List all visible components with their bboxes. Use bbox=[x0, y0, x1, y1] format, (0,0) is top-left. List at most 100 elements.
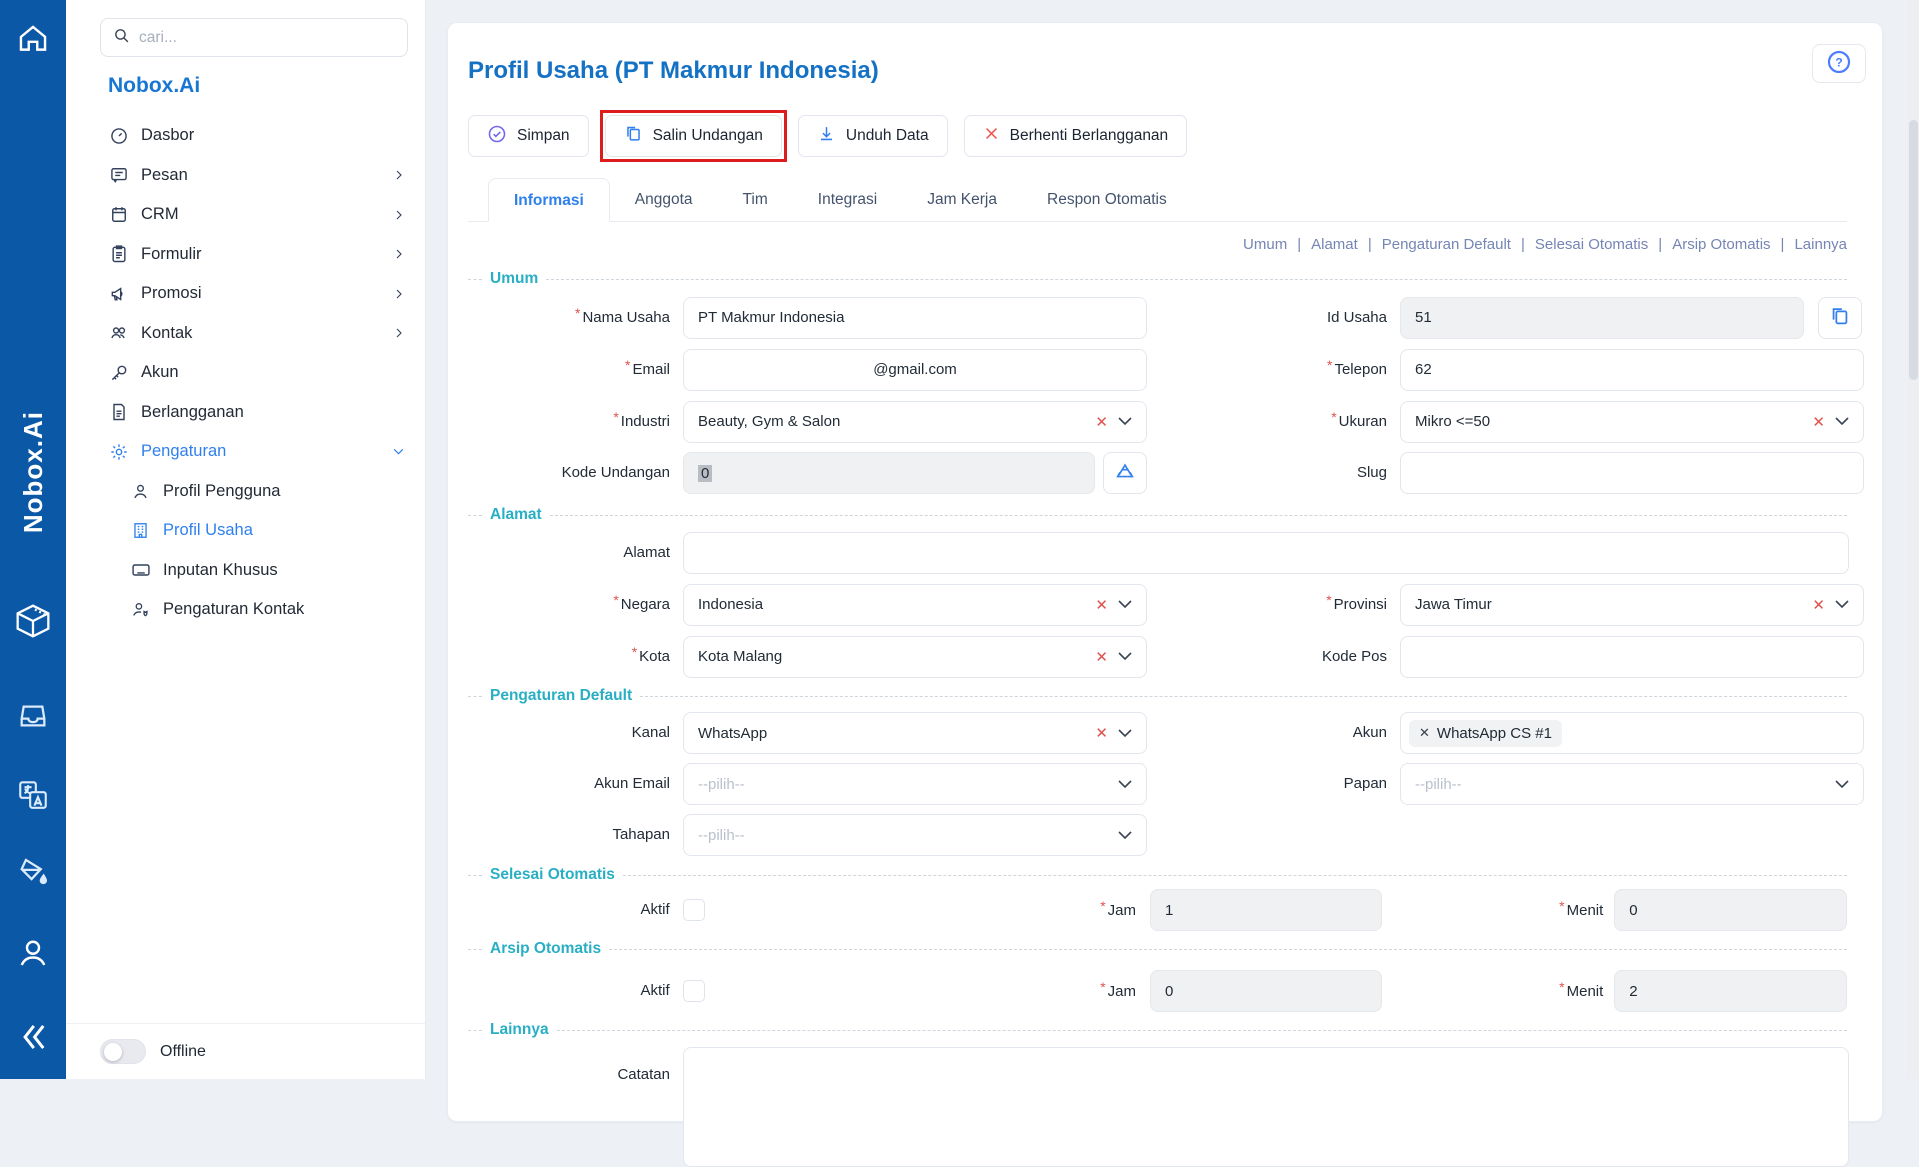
selesai-aktif-checkbox[interactable] bbox=[683, 899, 705, 921]
chevron-right-icon bbox=[393, 209, 405, 221]
negara-select[interactable]: Indonesia ✕ bbox=[683, 584, 1147, 626]
berhenti-berlangganan-button[interactable]: Berhenti Berlangganan bbox=[964, 115, 1188, 157]
simpan-button[interactable]: Simpan bbox=[468, 115, 589, 157]
industri-select[interactable]: Beauty, Gym & Salon ✕ bbox=[683, 401, 1147, 443]
copy-id-button[interactable] bbox=[1818, 297, 1862, 339]
section-header-selesai-otomatis: Selesai Otomatis bbox=[468, 866, 1847, 884]
kanal-select[interactable]: WhatsApp ✕ bbox=[683, 712, 1147, 754]
nama-usaha-input[interactable] bbox=[683, 297, 1147, 339]
clear-icon[interactable]: ✕ bbox=[1095, 413, 1108, 431]
tab-integrasi[interactable]: Integrasi bbox=[793, 178, 902, 221]
ukuran-select[interactable]: Mikro <=50 ✕ bbox=[1400, 401, 1864, 443]
tab-anggota[interactable]: Anggota bbox=[610, 178, 718, 221]
provinsi-select[interactable]: Jawa Timur ✕ bbox=[1400, 584, 1864, 626]
home-icon[interactable] bbox=[0, 22, 66, 56]
sidebar-item-pengaturan[interactable]: Pengaturan bbox=[66, 432, 425, 472]
help-icon: ? bbox=[1826, 49, 1852, 78]
sidebar-item-dasbor[interactable]: Dasbor bbox=[66, 116, 425, 156]
arsip-jam-input bbox=[1150, 970, 1382, 1012]
collapse-sidebar-icon[interactable] bbox=[0, 1018, 66, 1056]
field-label: Alamat bbox=[468, 532, 670, 574]
user-icon[interactable] bbox=[0, 933, 66, 973]
chevron-down-icon bbox=[392, 445, 405, 458]
help-button[interactable]: ? bbox=[1812, 44, 1866, 83]
anchor-pengaturan-default[interactable]: Pengaturan Default bbox=[1382, 236, 1511, 256]
email-input[interactable] bbox=[683, 349, 1147, 391]
anchor-selesai-otomatis[interactable]: Selesai Otomatis bbox=[1535, 236, 1648, 256]
recycle-icon bbox=[1114, 461, 1136, 486]
sidebar-item-crm[interactable]: CRM bbox=[66, 195, 425, 235]
tab-jam-kerja[interactable]: Jam Kerja bbox=[902, 178, 1022, 221]
chevron-right-icon bbox=[393, 288, 405, 300]
section-header-pengaturan-default: Pengaturan Default bbox=[468, 687, 1847, 705]
clear-icon[interactable]: ✕ bbox=[1095, 648, 1108, 666]
clear-icon[interactable]: ✕ bbox=[1812, 596, 1825, 614]
rail-brand-vertical: Nobox.Ai bbox=[0, 350, 66, 595]
sidebar-item-akun[interactable]: Akun bbox=[66, 353, 425, 393]
inbox-tray-icon[interactable] bbox=[0, 700, 66, 732]
sidebar-item-kontak[interactable]: Kontak bbox=[66, 314, 425, 354]
translate-icon[interactable] bbox=[0, 778, 66, 812]
field-label: Aktif bbox=[468, 889, 670, 931]
regenerate-code-button[interactable] bbox=[1103, 452, 1147, 494]
clear-icon[interactable]: ✕ bbox=[1095, 724, 1108, 742]
page-title: Profil Usaha (PT Makmur Indonesia) bbox=[468, 55, 1847, 87]
chip-remove-icon[interactable]: ✕ bbox=[1419, 725, 1430, 741]
anchor-arsip-otomatis[interactable]: Arsip Otomatis bbox=[1672, 236, 1770, 256]
section-header-umum: Umum bbox=[468, 270, 1847, 288]
akun-email-select[interactable]: --pilih-- bbox=[683, 763, 1147, 805]
paint-bucket-icon[interactable] bbox=[0, 855, 66, 889]
anchor-lainnya[interactable]: Lainnya bbox=[1794, 236, 1847, 256]
app-rail: Nobox.Ai bbox=[0, 0, 66, 1079]
sidebar-brand: Nobox.Ai bbox=[108, 74, 200, 98]
sidebar-item-promosi[interactable]: Promosi bbox=[66, 274, 425, 314]
sidebar-item-profil-pengguna[interactable]: Profil Pengguna bbox=[66, 472, 425, 512]
key-icon bbox=[108, 362, 129, 383]
catatan-textarea[interactable] bbox=[683, 1047, 1849, 1167]
offline-label: Offline bbox=[160, 1043, 206, 1061]
field-label: *Provinsi bbox=[1160, 583, 1387, 626]
field-label: Kanal bbox=[468, 712, 670, 754]
arsip-aktif-checkbox[interactable] bbox=[683, 980, 705, 1002]
kode-undangan-input: 0 bbox=[683, 452, 1095, 494]
clear-icon[interactable]: ✕ bbox=[1812, 413, 1825, 431]
tab-tim[interactable]: Tim bbox=[718, 178, 793, 221]
search-input[interactable] bbox=[139, 29, 395, 47]
section-anchors: Umum| Alamat| Pengaturan Default| Selesa… bbox=[468, 236, 1847, 256]
id-usaha-input bbox=[1400, 297, 1804, 339]
salin-undangan-button[interactable]: Salin Undangan bbox=[605, 115, 782, 157]
kota-select[interactable]: Kota Malang ✕ bbox=[683, 636, 1147, 678]
field-label: *Kota bbox=[468, 635, 670, 678]
chevron-down-icon bbox=[1118, 596, 1132, 613]
kode-pos-input[interactable] bbox=[1400, 636, 1864, 678]
unduh-data-button[interactable]: Unduh Data bbox=[798, 115, 948, 157]
sidebar-item-pengaturan-kontak[interactable]: Pengaturan Kontak bbox=[66, 590, 425, 630]
clear-icon[interactable]: ✕ bbox=[1095, 596, 1108, 614]
dashboard-icon bbox=[108, 125, 129, 146]
sidebar-search[interactable] bbox=[100, 18, 408, 57]
tab-informasi[interactable]: Informasi bbox=[488, 178, 610, 222]
content-card: ? Profil Usaha (PT Makmur Indonesia) Sim… bbox=[447, 22, 1883, 1122]
anchor-alamat[interactable]: Alamat bbox=[1311, 236, 1358, 256]
arsip-menit-input bbox=[1614, 970, 1847, 1012]
search-icon bbox=[113, 27, 130, 49]
offline-toggle[interactable] bbox=[100, 1039, 146, 1064]
anchor-umum[interactable]: Umum bbox=[1243, 236, 1287, 256]
field-label: *Menit bbox=[1382, 902, 1604, 919]
akun-multiselect[interactable]: ✕WhatsApp CS #1 bbox=[1400, 712, 1864, 754]
sidebar-item-pesan[interactable]: Pesan bbox=[66, 156, 425, 196]
telepon-input[interactable] bbox=[1400, 349, 1864, 391]
tab-respon-otomatis[interactable]: Respon Otomatis bbox=[1022, 178, 1192, 221]
field-label: Id Usaha bbox=[1160, 297, 1387, 339]
field-label: Kode Undangan bbox=[468, 452, 670, 494]
alamat-input[interactable] bbox=[683, 532, 1849, 574]
scrollbar-thumb[interactable] bbox=[1909, 120, 1918, 380]
sidebar-item-profil-usaha[interactable]: Profil Usaha bbox=[66, 511, 425, 551]
chevron-down-icon bbox=[1118, 725, 1132, 742]
papan-select[interactable]: --pilih-- bbox=[1400, 763, 1864, 805]
sidebar-item-inputan-khusus[interactable]: Inputan Khusus bbox=[66, 551, 425, 591]
sidebar-item-berlangganan[interactable]: Berlangganan bbox=[66, 393, 425, 433]
slug-input[interactable] bbox=[1400, 452, 1864, 494]
tahapan-select[interactable]: --pilih-- bbox=[683, 814, 1147, 856]
sidebar-item-formulir[interactable]: Formulir bbox=[66, 235, 425, 275]
